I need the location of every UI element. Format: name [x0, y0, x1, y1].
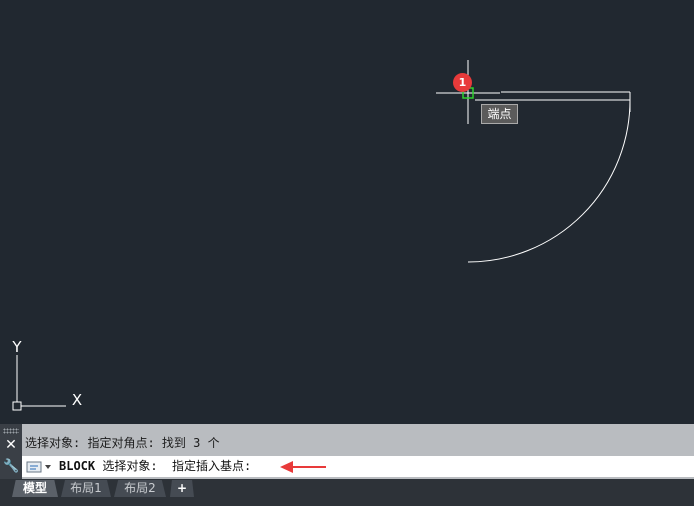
ucs-x-label: X	[72, 391, 82, 409]
drawing-area[interactable]: Y X	[0, 0, 694, 424]
drawing-canvas[interactable]: Y X 1 端点	[0, 0, 694, 424]
command-panel-sidebar: ✕ 🔧	[0, 424, 22, 479]
command-panel: ✕ 🔧 选择对象: 指定对角点: 找到 3 个 BLOCK 选择对象: 指定插入…	[0, 424, 694, 479]
wrench-icon[interactable]: 🔧	[3, 459, 19, 475]
arc-entity[interactable]	[467, 99, 631, 263]
command-prompt-text: 选择对象: 指定插入基点:	[102, 459, 252, 473]
close-icon[interactable]: ✕	[3, 437, 19, 453]
add-layout-button[interactable]: +	[170, 480, 194, 497]
command-prompt: BLOCK 选择对象: 指定插入基点:	[59, 456, 251, 477]
command-dropdown-icon[interactable]	[26, 459, 54, 474]
tab-model[interactable]: 模型	[12, 480, 58, 497]
command-history: 选择对象: 指定对角点: 找到 3 个	[25, 436, 220, 450]
osnap-tooltip: 端点	[481, 104, 518, 124]
grip-handle-icon[interactable]	[3, 428, 19, 434]
step-badge: 1	[453, 73, 472, 92]
command-input[interactable]: BLOCK 选择对象: 指定插入基点:	[22, 456, 694, 477]
tab-layout2[interactable]: 布局2	[114, 480, 166, 497]
ucs-icon	[12, 355, 66, 411]
layout-tabs: 模型 布局1 布局2 +	[0, 479, 694, 506]
ucs-y-label: Y	[11, 338, 22, 356]
command-name: BLOCK	[59, 459, 96, 473]
tab-layout1[interactable]: 布局1	[61, 480, 111, 497]
red-arrow-icon	[280, 461, 326, 473]
